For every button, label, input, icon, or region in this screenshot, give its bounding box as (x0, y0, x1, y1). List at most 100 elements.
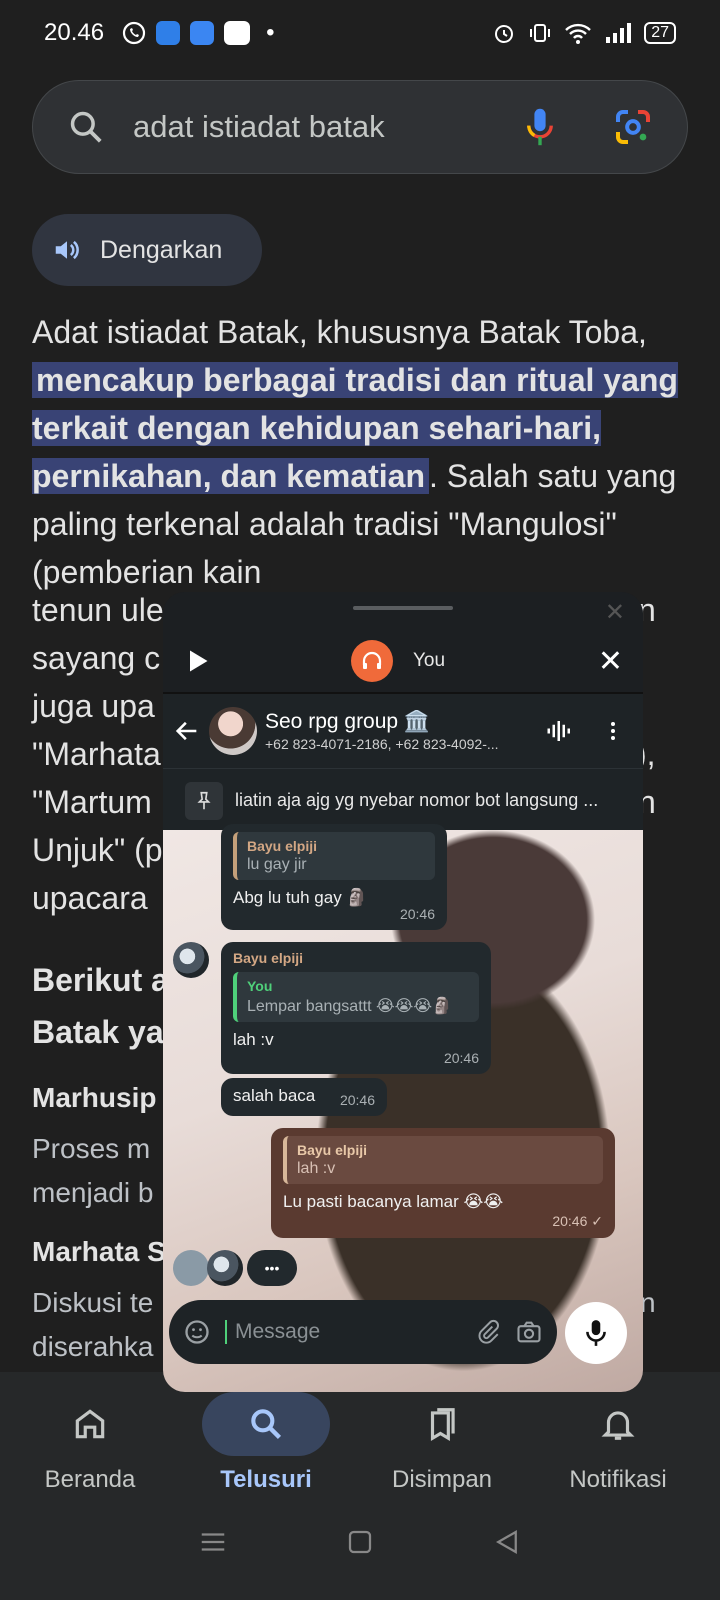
app-icon-blue-2 (190, 21, 215, 45)
pin-icon (185, 781, 223, 820)
wifi-icon (565, 23, 592, 44)
body-text: Proses m (32, 1133, 151, 1164)
quoted-message[interactable]: Bayu elpiji lah :v (283, 1136, 603, 1184)
speaker-icon (55, 240, 79, 260)
nav-label: Beranda (44, 1466, 136, 1493)
typing-user-avatar[interactable] (207, 1250, 243, 1286)
voice-waveform-icon[interactable] (545, 716, 575, 746)
voice-chat-user: You (351, 640, 445, 682)
message-sender: Bayu elpiji (233, 950, 304, 966)
headphones-icon (351, 640, 393, 682)
nav-home[interactable]: Beranda (0, 1392, 180, 1494)
quoted-sender: Bayu elpiji (247, 838, 318, 854)
message-bubble[interactable]: Bayu elpiji You Lempar bangsattt 😭😭😭🗿 la… (221, 942, 491, 1074)
bottom-navigation: Beranda Telusuri Disimpan Notifikasi (0, 1372, 720, 1600)
bookmark-icon (430, 1408, 455, 1442)
chat-title-block[interactable]: Seo rpg group 🏛️ +62 823-4071-2186, +62 … (265, 710, 537, 752)
search-query[interactable]: adat istiadat batak (133, 109, 523, 145)
play-icon[interactable] (183, 647, 211, 675)
group-avatar[interactable] (209, 707, 257, 755)
close-window-icon[interactable]: ✕ (605, 598, 625, 627)
message-bubble-outgoing[interactable]: Bayu elpiji lah :v Lu pasti bacanya lama… (271, 1128, 615, 1238)
back-icon[interactable] (492, 1527, 522, 1557)
paragraph-start: Adat istiadat Batak, khususnya Batak Tob… (32, 314, 647, 350)
sticker-icon[interactable] (183, 1318, 211, 1346)
pinned-message-bar[interactable]: liatin aja ajg yg nyebar nomor bot langs… (163, 768, 643, 832)
message-bubble[interactable]: salah baca 20:46 (221, 1078, 387, 1116)
answer-paragraph: Adat istiadat Batak, khususnya Batak Tob… (32, 308, 688, 596)
typing-user-avatar[interactable] (173, 1250, 209, 1286)
body-text: diserahka (32, 1331, 154, 1362)
system-navigation (0, 1512, 720, 1572)
message-time: 20:46 (399, 906, 435, 922)
webtoon-icon (224, 21, 251, 45)
body-text: Diskusi te (32, 1287, 154, 1318)
quoted-sender: You (247, 978, 273, 994)
close-icon[interactable]: ✕ (598, 644, 623, 679)
camera-icon[interactable] (515, 1318, 543, 1346)
sender-avatar[interactable] (173, 942, 209, 978)
battery-indicator: 27 (644, 22, 676, 44)
window-drag-bar[interactable]: ✕ (163, 592, 643, 630)
section-heading: Berikut a (32, 962, 169, 998)
message-text: Lu pasti bacanya lamar 😭😭 (283, 1192, 504, 1211)
search-icon (251, 1409, 282, 1440)
chat-messages: Bayu elpiji lu gay jir Abg lu tuh gay 🗿 … (163, 824, 643, 1392)
message-text: lah :v (233, 1030, 274, 1049)
notification-icons: • (122, 19, 274, 47)
back-arrow-icon[interactable] (173, 717, 201, 745)
record-voice-button[interactable] (565, 1302, 627, 1364)
microphone-icon (586, 1320, 606, 1346)
chat-subtitle: +62 823-4071-2186, +62 823-4092-... (265, 736, 499, 752)
nav-search[interactable]: Telusuri (176, 1392, 356, 1494)
nav-label: Telusuri (220, 1466, 312, 1493)
message-time: 20:46 ✓ (552, 1213, 603, 1229)
voice-search-icon[interactable] (523, 106, 557, 148)
message-time: 20:46 (443, 1050, 479, 1066)
home-icon (75, 1409, 105, 1439)
search-icon (70, 111, 102, 143)
quoted-text: Lempar bangsattt 😭😭😭🗿 (247, 998, 452, 1015)
floating-chat-window[interactable]: ✕ You ✕ Seo rpg group 🏛️ +62 823-4071-21… (163, 592, 643, 1392)
nav-saved[interactable]: Disimpan (352, 1392, 532, 1494)
more-notifications-dot: • (266, 19, 275, 46)
app-icon-blue (156, 21, 181, 45)
whatsapp-icon (122, 21, 146, 45)
body-text: menjadi b (32, 1177, 154, 1208)
quoted-message[interactable]: Bayu elpiji lu gay jir (233, 832, 435, 880)
vibrate-icon (530, 24, 551, 42)
voice-chat-username: You (413, 650, 446, 671)
bell-icon (601, 1411, 635, 1440)
message-bubble[interactable]: Bayu elpiji lu gay jir Abg lu tuh gay 🗿 … (221, 824, 447, 930)
listen-label: Dengarkan (100, 235, 223, 264)
search-bar[interactable]: adat istiadat batak (32, 80, 688, 174)
nav-label: Notifikasi (569, 1466, 667, 1493)
typing-indicator: ••• (247, 1250, 297, 1286)
home-button-icon[interactable] (345, 1527, 375, 1557)
quoted-text: lah :v (297, 1160, 336, 1177)
subheading-marhusip: Marhusip (32, 1082, 157, 1113)
quoted-message[interactable]: You Lempar bangsattt 😭😭😭🗿 (233, 972, 479, 1022)
message-text: Abg lu tuh gay 🗿 (233, 888, 368, 907)
section-heading-line2: Batak ya (32, 1014, 164, 1050)
subheading-marhata: Marhata S (32, 1236, 166, 1267)
status-time: 20.46 (44, 19, 105, 46)
message-input[interactable]: Message (225, 1320, 461, 1344)
lens-icon[interactable] (613, 107, 653, 147)
quoted-text: lu gay jir (247, 856, 307, 873)
drag-handle[interactable] (353, 606, 453, 610)
alarm-icon (495, 25, 514, 43)
attachment-icon[interactable] (475, 1319, 501, 1345)
voice-chat-bar: You ✕ (163, 630, 643, 692)
recent-apps-icon[interactable] (198, 1527, 228, 1557)
status-bar: 20.46 • 27 (0, 0, 720, 66)
listen-button[interactable]: Dengarkan (32, 214, 262, 286)
nav-active-pill (202, 1392, 330, 1456)
pinned-message-text: liatin aja ajg yg nyebar nomor bot langs… (235, 790, 599, 810)
quoted-sender: Bayu elpiji (297, 1142, 368, 1158)
more-options-icon[interactable] (601, 716, 625, 746)
nav-notifications[interactable]: Notifikasi (528, 1392, 708, 1494)
chat-header[interactable]: Seo rpg group 🏛️ +62 823-4071-2186, +62 … (163, 692, 643, 768)
nav-label: Disimpan (391, 1466, 493, 1493)
message-composer[interactable]: Message (169, 1300, 557, 1364)
